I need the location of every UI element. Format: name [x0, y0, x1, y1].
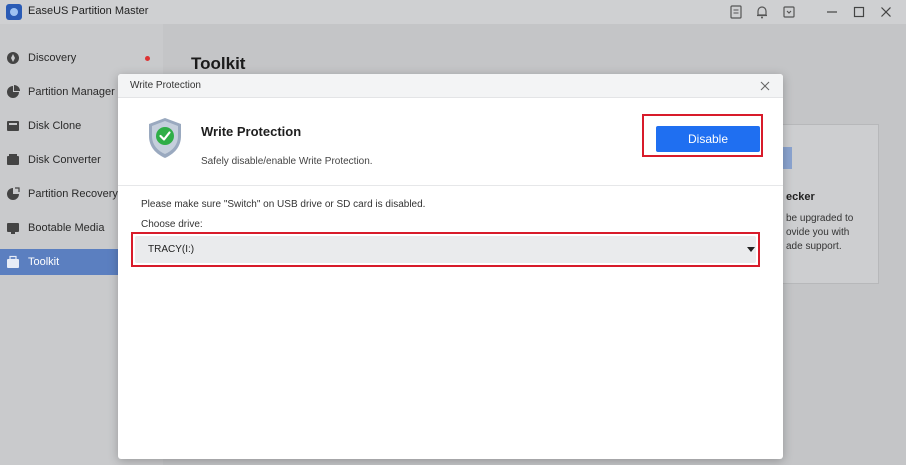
close-icon[interactable] [878, 4, 894, 20]
pie-chart-icon [7, 85, 20, 98]
tool-card-desc: ovide you with [786, 227, 850, 238]
app-logo-icon [6, 4, 22, 20]
bootable-media-icon [7, 223, 19, 234]
maximize-icon[interactable] [851, 4, 867, 20]
close-icon[interactable] [759, 80, 771, 92]
dialog-title: Write Protection [130, 80, 201, 91]
sidebar-item-label: Bootable Media [28, 222, 105, 234]
sidebar-item-discovery[interactable]: Discovery [0, 45, 163, 71]
disk-clone-icon [7, 121, 19, 131]
disable-button[interactable]: Disable [656, 126, 760, 152]
feature-description: Safely disable/enable Write Protection. [201, 156, 373, 167]
drive-select-value: TRACY(I:) [148, 244, 195, 255]
write-protection-dialog: Write Protection Write Protection Safely… [118, 74, 783, 459]
tool-card-desc: ade support. [786, 241, 842, 252]
tool-card[interactable]: ecker be upgraded to ovide you with ade … [775, 124, 879, 284]
sidebar-item-label: Partition Recovery [28, 188, 118, 200]
shield-check-icon [149, 118, 181, 158]
minimize-icon[interactable] [824, 4, 840, 20]
sidebar-item-label: Disk Converter [28, 154, 101, 166]
toolkit-icon [7, 255, 19, 268]
page-title: Toolkit [191, 54, 246, 73]
divider [118, 185, 783, 186]
disk-converter-icon [7, 154, 19, 165]
recovery-icon [7, 187, 20, 200]
compass-icon [7, 52, 19, 64]
download-icon[interactable] [781, 4, 797, 20]
app-title: EaseUS Partition Master [28, 5, 149, 17]
sidebar-item-label: Partition Manager [28, 86, 115, 98]
drive-select[interactable]: TRACY(I:) [135, 236, 756, 263]
notification-dot [145, 56, 150, 61]
dialog-header: Write Protection [118, 74, 783, 98]
sidebar-item-label: Disk Clone [28, 120, 82, 132]
bell-icon[interactable] [754, 4, 770, 20]
feature-title: Write Protection [201, 124, 302, 139]
sidebar-item-label: Toolkit [28, 256, 60, 268]
tool-card-title: ecker [786, 191, 815, 203]
feedback-icon[interactable] [728, 4, 744, 20]
title-bar: EaseUS Partition Master [0, 0, 906, 24]
tool-card-icon [782, 147, 792, 169]
usb-switch-note: Please make sure "Switch" on USB drive o… [141, 199, 426, 210]
choose-drive-label: Choose drive: [141, 219, 203, 230]
sidebar-item-label: Discovery [28, 52, 77, 64]
dropdown-arrow-icon [747, 247, 755, 252]
tool-card-desc: be upgraded to [786, 213, 854, 224]
